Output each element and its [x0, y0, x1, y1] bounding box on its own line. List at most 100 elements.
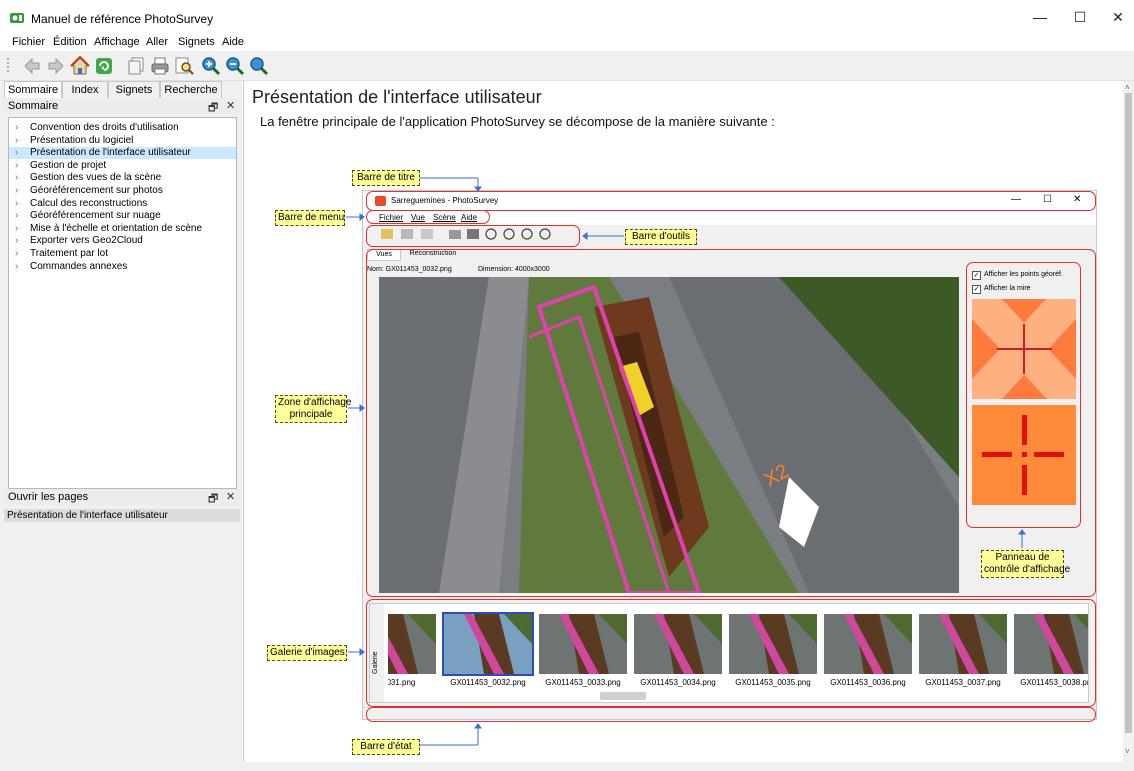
close-panel-icon[interactable]: ✕ [226, 490, 235, 503]
left-dock-panel: Sommaire Index Signets Recherche Sommair… [0, 81, 242, 771]
scroll-down-icon[interactable]: ˅ [1125, 747, 1130, 756]
toolbar [0, 51, 1134, 81]
menu-affichage[interactable]: Affichage [94, 36, 140, 48]
content-vertical-scrollbar[interactable]: ˄ ˅ [1123, 81, 1134, 762]
window-titlebar: Manuel de référence PhotoSurvey — ☐ ✕ [0, 0, 1134, 33]
tab-index[interactable]: Index [62, 81, 108, 98]
chevron-right-icon[interactable]: › [15, 223, 18, 235]
toc-item[interactable]: › Présentation du logiciel [9, 135, 236, 147]
toc-item-label: Calcul des reconstructions [30, 197, 148, 209]
toc-item-label: Gestion des vues de la scène [30, 172, 162, 184]
chevron-right-icon[interactable]: › [15, 185, 18, 197]
back-arrow-icon[interactable] [22, 56, 42, 76]
chevron-right-icon[interactable]: › [15, 160, 18, 172]
toc-item-label: Convention des droits d'utilisation [30, 122, 179, 133]
toolbar-grip [6, 56, 12, 76]
toc-item[interactable]: › Gestion de projet [9, 160, 236, 172]
callout-barre-menu: Barre de menu [275, 210, 345, 226]
menubar-highlight [366, 210, 490, 224]
chevron-right-icon[interactable]: › [15, 172, 18, 184]
page-title: Présentation de l'interface utilisateur [252, 87, 542, 107]
menu-bar: Fichier Édition Affichage Aller Signets … [0, 33, 1134, 51]
app-icon [10, 12, 24, 24]
chevron-right-icon[interactable]: › [15, 198, 18, 210]
statusbar-highlight [366, 707, 1096, 722]
callout-barre-etat: Barre d'état [352, 739, 420, 755]
find-text-icon[interactable] [174, 56, 194, 76]
window-title: Manuel de référence PhotoSurvey [31, 12, 214, 26]
float-panel-icon[interactable]: 🗗 [208, 99, 218, 118]
toolbar-highlight [366, 225, 580, 247]
callout-galerie-images: Galerie d'images [267, 645, 347, 661]
callout-zone-line2: principale [289, 409, 333, 420]
toc-tree: › Convention des droits d'utilisation › Pré… [8, 117, 237, 489]
status-bar [0, 762, 1134, 771]
toc-item[interactable]: › Traitement par lot [9, 248, 236, 260]
chevron-right-icon[interactable]: › [15, 135, 18, 147]
open-pages-panel-header: Ouvrir les pages 🗗 ✕ [4, 489, 240, 505]
toc-item[interactable]: › Calcul des reconstructions [9, 198, 236, 210]
float-panel-icon[interactable]: 🗗 [208, 490, 218, 509]
chevron-right-icon[interactable]: › [15, 261, 18, 273]
gallery-highlight [366, 599, 1096, 707]
copy-icon[interactable] [126, 56, 146, 76]
callout-panel-line1: Panneau de [995, 552, 1050, 563]
callout-zone-line1: Zone d'affichage [278, 397, 352, 408]
toc-item[interactable]: › Convention des droits d'utilisation [9, 122, 236, 134]
callout-panel-line2: contrôle d'affichage [984, 564, 1071, 575]
toc-item[interactable]: › Commandes annexes [9, 261, 236, 273]
callout-barre-titre: Barre de titre [352, 170, 420, 186]
open-page-item[interactable]: Présentation de l'interface utilisateur [4, 509, 240, 522]
forward-arrow-icon[interactable] [46, 56, 66, 76]
zoom-out-icon[interactable] [225, 56, 245, 76]
toc-item-label: Présentation du logiciel [30, 134, 134, 146]
toc-item-label: Commandes annexes [30, 260, 128, 272]
callout-panneau-controle: Panneau de contrôle d'affichage [981, 550, 1071, 578]
open-pages-panel-title: Ouvrir les pages [8, 491, 89, 503]
chevron-right-icon[interactable]: › [15, 122, 18, 134]
menu-edition[interactable]: Édition [53, 36, 87, 48]
chevron-right-icon[interactable]: › [15, 248, 18, 260]
toc-item[interactable]: › Géoréférencement sur nuage [9, 210, 236, 222]
control-panel-highlight [966, 262, 1081, 528]
menu-aller[interactable]: Aller [146, 36, 168, 48]
toc-item[interactable]: › Géoréférencement sur photos [9, 185, 236, 197]
menu-aide[interactable]: Aide [222, 36, 244, 48]
callout-barre-outils: Barre d'outils [625, 229, 697, 245]
open-pages-list: Présentation de l'interface utilisateur [4, 509, 240, 771]
toc-item-label: Exporter vers Geo2Cloud [30, 235, 143, 247]
tab-recherche[interactable]: Recherche [160, 81, 222, 98]
toc-item-label: Géoréférencement sur photos [30, 185, 163, 196]
callout-zone-affichage: Zone d'affichage principale [275, 395, 352, 423]
home-icon[interactable] [70, 55, 90, 76]
zoom-reset-icon[interactable] [249, 56, 269, 76]
scroll-up-icon[interactable]: ˄ [1125, 83, 1130, 92]
toc-item[interactable]: › Gestion des vues de la scène [9, 172, 236, 184]
close-panel-icon[interactable]: ✕ [226, 99, 235, 112]
print-icon[interactable] [150, 56, 170, 76]
toc-panel-title: Sommaire [8, 100, 59, 112]
titlebar-highlight [366, 191, 1096, 211]
toc-item-label: Gestion de projet [30, 159, 107, 171]
toc-item-label: Mise à l'échelle et orientation de scène [30, 222, 203, 234]
tab-sommaire[interactable]: Sommaire [4, 81, 62, 99]
chevron-right-icon[interactable]: › [15, 147, 18, 159]
intro-paragraph: La fenêtre principale de l'application P… [260, 114, 775, 129]
chevron-right-icon[interactable]: › [15, 210, 18, 222]
minimize-button[interactable]: — [1020, 6, 1060, 28]
chevron-right-icon[interactable]: › [15, 235, 18, 247]
close-button[interactable]: ✕ [1098, 6, 1134, 28]
sync-toc-icon[interactable] [94, 56, 114, 76]
scrollbar-thumb[interactable] [1125, 93, 1132, 733]
toc-panel-header: Sommaire 🗗 ✕ [4, 98, 240, 114]
toc-item-label: Traitement par lot [30, 248, 108, 259]
toc-item[interactable]: › Mise à l'échelle et orientation de scèn… [9, 223, 236, 235]
tab-signets[interactable]: Signets [108, 81, 160, 98]
zoom-in-icon[interactable] [201, 56, 221, 76]
toc-item-label: Géoréférencement sur nuage [30, 210, 161, 222]
menu-fichier[interactable]: Fichier [12, 36, 45, 48]
toc-item[interactable]: › Exporter vers Geo2Cloud [9, 235, 236, 247]
menu-signets[interactable]: Signets [178, 36, 215, 48]
toc-item[interactable]: › Présentation de l'interface utilisateur [9, 147, 236, 160]
maximize-button[interactable]: ☐ [1060, 6, 1100, 28]
